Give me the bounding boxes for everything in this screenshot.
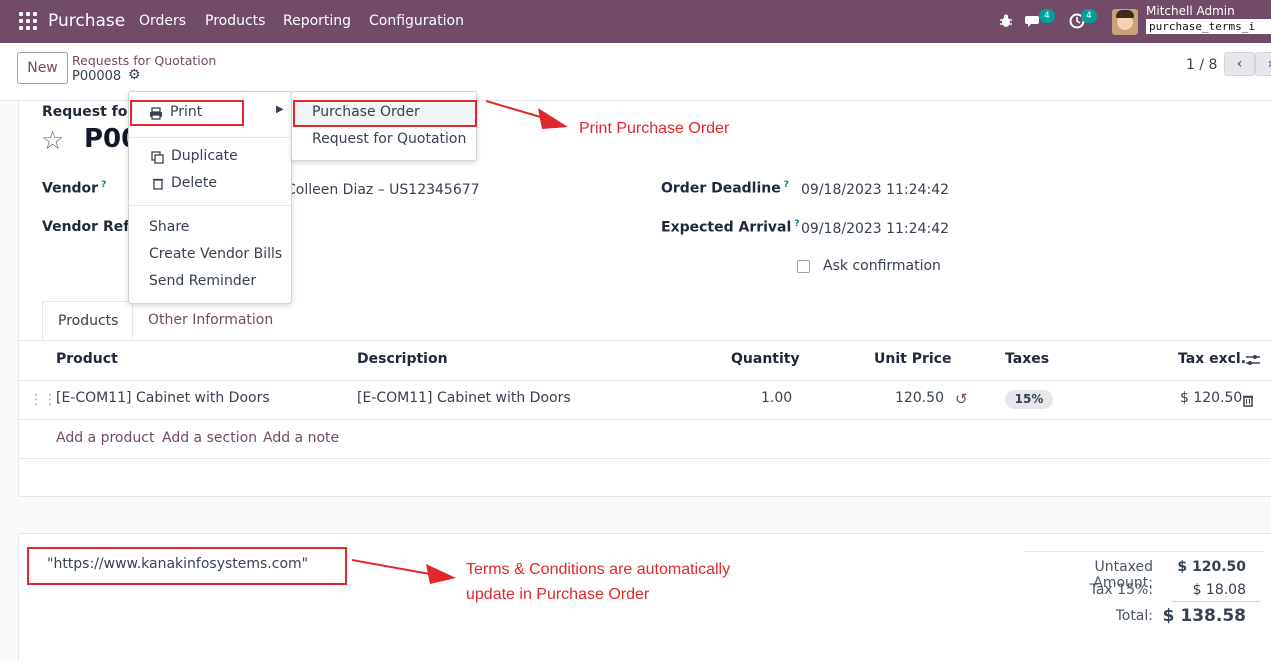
star-icon[interactable]: ☆ [41,126,64,156]
expected-arrival-label: Expected Arrival? [661,219,800,236]
ask-confirmation-label: Ask confirmation [823,258,941,274]
print-rfq-item[interactable]: Request for Quotation [312,131,466,147]
order-deadline-field[interactable]: 09/18/2023 11:24:42 [801,182,949,198]
order-deadline-label: Order Deadline? [661,180,789,197]
column-description[interactable]: Description [357,351,448,367]
duplicate-icon [151,151,164,164]
print-arrow-icon [486,100,568,129]
column-quantity[interactable]: Quantity [731,351,800,367]
top-navbar: Purchase Orders Products Reporting Confi… [0,0,1271,43]
duplicate-menu-item[interactable]: Duplicate [171,148,238,164]
row-subtotal: $ 120.50 [1180,390,1243,406]
column-product[interactable]: Product [56,351,118,367]
menu-products[interactable]: Products [205,13,265,29]
action-menu: Print ▶ Duplicate Delete Share Create Ve… [128,91,292,304]
send-reminder-menu-item[interactable]: Send Reminder [149,273,256,289]
share-menu-item[interactable]: Share [149,219,189,235]
menu-orders[interactable]: Orders [139,13,186,29]
expected-arrival-field[interactable]: 09/18/2023 11:24:42 [801,221,949,237]
pager-next-button[interactable]: › [1255,52,1271,76]
add-product-link[interactable]: Add a product [56,430,154,446]
drag-handle-icon[interactable]: ⋮⋮ [29,392,57,408]
add-note-link[interactable]: Add a note [263,430,339,446]
printer-icon [150,107,162,120]
print-submenu: Purchase Order Request for Quotation [291,91,477,161]
user-avatar[interactable] [1112,9,1138,35]
column-tax-excluded[interactable]: Tax excl. [1178,351,1246,367]
trash-icon[interactable] [1242,394,1254,407]
submenu-caret-icon: ▶ [276,104,284,115]
column-unit-price[interactable]: Unit Price [874,351,951,367]
create-vendor-bills-menu-item[interactable]: Create Vendor Bills [149,246,282,262]
vendor-field[interactable]: Colleen Diaz – US12345677 [286,182,480,198]
total-value: $ 138.58 [1162,606,1246,626]
gear-icon[interactable]: ⚙ [128,67,141,83]
menu-separator [129,205,291,206]
terms-annotation-line1: Terms & Conditions are automatically [466,561,731,578]
row-product[interactable]: [E-COM11] Cabinet with Doors [56,390,270,406]
column-taxes[interactable]: Taxes [1005,351,1049,367]
print-annotation: Print Purchase Order [579,120,730,137]
terms-conditions-field[interactable]: "https://www.kanakinfosystems.com" [27,547,347,585]
untaxed-amount-value: $ 120.50 [1177,559,1246,575]
activities-badge: 4 [1081,9,1097,23]
delete-menu-item[interactable]: Delete [171,175,217,191]
new-button[interactable]: New [17,52,68,84]
user-name[interactable]: Mitchell Admin [1146,4,1235,18]
total-divider [1172,601,1260,602]
tab-divider [18,340,1271,341]
print-menu-item[interactable]: Print [170,104,202,120]
add-section-link[interactable]: Add a section [162,430,257,446]
terms-arrow-icon [352,559,456,584]
row-quantity[interactable]: 1.00 [761,390,792,406]
totals-divider [1024,551,1263,552]
delete-trash-icon [153,178,163,190]
total-label: Total: [1115,608,1153,624]
menu-separator [129,137,291,138]
pager-value[interactable]: 1 / 8 [1186,57,1217,73]
table-bottom-divider [18,458,1271,459]
row-unit-price[interactable]: 120.50 [895,390,944,406]
print-purchase-order-item[interactable]: Purchase Order [312,104,420,120]
database-name: purchase_terms_i [1146,19,1271,34]
breadcrumb-current: P00008 [72,69,122,84]
app-grid-icon[interactable] [19,12,37,30]
row-description[interactable]: [E-COM11] Cabinet with Doors [357,390,571,406]
tax-label: Tax 15%: [1089,582,1153,598]
breadcrumb-parent[interactable]: Requests for Quotation [72,53,216,68]
tax-value: $ 18.08 [1192,582,1246,598]
header-divider [18,380,1271,381]
pager-previous-button[interactable]: ‹ [1224,52,1255,76]
row-divider [18,419,1271,420]
column-settings-icon[interactable] [1245,353,1261,367]
messages-badge: 4 [1039,9,1055,23]
app-name[interactable]: Purchase [48,11,125,31]
debug-bug-icon[interactable] [998,13,1014,29]
tab-other-information[interactable]: Other Information [133,301,288,341]
tax-badge[interactable]: 15% [1005,390,1053,409]
history-icon[interactable]: ↺ [955,390,968,408]
terms-annotation-line2: update in Purchase Order [466,586,650,603]
tab-products[interactable]: Products [42,301,133,341]
ask-confirmation-checkbox[interactable] [797,260,810,273]
menu-configuration[interactable]: Configuration [369,13,464,29]
vendor-label: Vendor? [42,180,107,197]
table-footer-band [18,496,1271,534]
menu-reporting[interactable]: Reporting [283,13,351,29]
